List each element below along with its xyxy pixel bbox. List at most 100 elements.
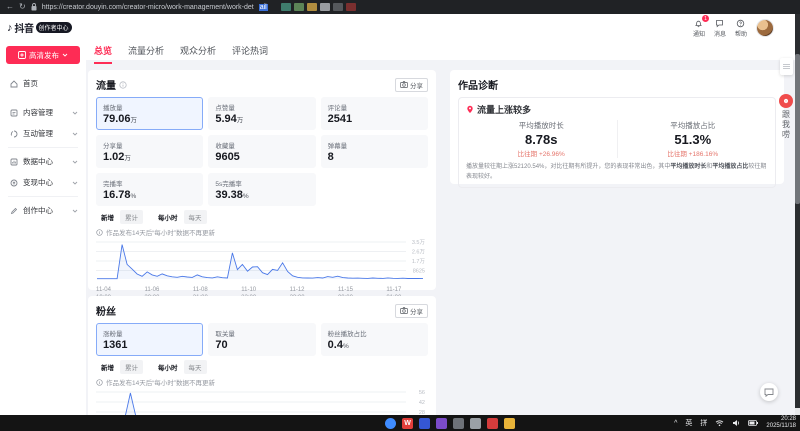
share-label: 分享 [410, 80, 423, 90]
stat-5s-completion-rate[interactable]: 5s完播率39.38% [208, 173, 315, 206]
browser-refresh-icon[interactable]: ↻ [19, 3, 26, 11]
stat-new-followers[interactable]: 涨粉量1361 [96, 323, 203, 356]
stat-unfollows[interactable]: 取关量70 [208, 323, 315, 356]
tab-comment-keywords[interactable]: 评论热词 [232, 44, 268, 64]
lock-icon [31, 3, 37, 11]
share-label: 分享 [410, 306, 423, 316]
douyin-logo[interactable]: ♪ 抖音 创作者中心 [0, 14, 86, 35]
taskbar-app-app-purple[interactable] [436, 418, 447, 429]
traffic-stats-grid: 播放量79.06万 点赞量5.94万 评论量2541 分享量1.02万 收藏量9… [96, 97, 428, 206]
taskbar-time: 20:28 [766, 416, 796, 423]
sidebar-item-home[interactable]: 首页 [0, 73, 86, 94]
extension-icon-1[interactable] [281, 3, 291, 11]
sidebar-item-creation-center[interactable]: 创作中心 [0, 200, 86, 221]
camera-icon [400, 81, 408, 88]
extension-icon-4[interactable] [320, 3, 330, 11]
battery-icon[interactable] [748, 420, 758, 426]
tab-overview[interactable]: 总览 [94, 44, 112, 64]
taskbar-app-remote-desktop[interactable] [453, 418, 464, 429]
page-scrollbar[interactable] [795, 14, 800, 415]
toggle-new[interactable]: 新增 [96, 210, 119, 224]
taskbar-tray: ^ 英 拼 20:28 2025/11/18 [674, 416, 796, 430]
fans-card-title: 粉丝 [96, 303, 116, 318]
taskbar-app-app-gray-small[interactable] [470, 418, 481, 429]
extension-icon-3[interactable] [307, 3, 317, 11]
svg-text:8625: 8625 [413, 269, 425, 275]
toggle-daily[interactable]: 每天 [184, 210, 207, 224]
wifi-icon[interactable] [715, 419, 724, 427]
header-actions: 1 通知 消息 帮助 [693, 19, 774, 38]
sidebar-item-label: 内容管理 [23, 107, 67, 118]
taskbar-app-file-explorer[interactable] [504, 418, 515, 429]
svg-text:56: 56 [419, 390, 425, 396]
stat-fan-play-ratio[interactable]: 粉丝播放占比0.4% [321, 323, 428, 356]
sidebar-item-monetization[interactable]: 变现中心 [0, 172, 86, 193]
taskbar-app-edge-browser[interactable] [385, 418, 396, 429]
notifications-button[interactable]: 1 通知 [693, 19, 705, 38]
toggle-daily[interactable]: 每天 [184, 360, 207, 374]
tray-chevron-icon[interactable]: ^ [674, 420, 677, 427]
stat-shares[interactable]: 分享量1.02万 [96, 135, 203, 168]
toggle-hourly[interactable]: 每小时 [153, 360, 183, 374]
sidebar-item-content[interactable]: 内容管理 [0, 102, 86, 123]
traffic-line-chart[interactable]: 3.5万2.6万1.7万8625 [96, 239, 426, 281]
assistant-avatar-icon: ☻ [779, 94, 793, 108]
toggle-hourly[interactable]: 每小时 [153, 210, 183, 224]
hourly-data-note: 作品发布14天后“每小时”数据不再更新 [106, 227, 215, 237]
stat-danmu[interactable]: 弹幕量8 [321, 135, 428, 168]
ime-language-indicator[interactable]: 英 [685, 418, 692, 428]
plus-square-icon [18, 51, 26, 59]
messages-button[interactable]: 消息 [714, 19, 726, 38]
diagnosis-highlight: 流量上涨较多 [477, 103, 531, 116]
taskbar-clock[interactable]: 20:28 2025/11/18 [766, 416, 796, 430]
browser-back-icon[interactable]: ← [6, 3, 14, 11]
toggle-cumulative[interactable]: 累计 [120, 210, 143, 224]
fans-line-chart[interactable]: 56422814 [96, 389, 426, 415]
publish-button[interactable]: 高清发布 [6, 46, 80, 64]
stat-favorites[interactable]: 收藏量9605 [208, 135, 315, 168]
fans-card: 粉丝 分享 涨粉量1361 取关量70 粉丝播放占比0.4% 新增 累计 每小时… [88, 296, 436, 415]
stat-plays[interactable]: 播放量79.06万 [96, 97, 203, 130]
fans-share-button[interactable]: 分享 [395, 304, 428, 318]
url-text[interactable]: https://creator.douyin.com/creator-micro… [42, 4, 254, 11]
sidebar-item-label: 数据中心 [23, 156, 67, 167]
sidebar-item-interaction[interactable]: 互动管理 [0, 123, 86, 144]
notifications-label: 通知 [693, 29, 705, 38]
taskbar-app-app-red[interactable] [487, 418, 498, 429]
extension-icon-6[interactable] [346, 3, 356, 11]
sidebar-item-data-center[interactable]: 数据中心 [0, 151, 86, 172]
diagnosis-box: 流量上涨较多 平均播放时长 8.78s 比往期 +26.96% 平均播放占比 5… [458, 97, 776, 188]
traffic-chart-toggles: 新增 累计 每小时 每天 [96, 210, 428, 224]
chevron-down-icon [72, 132, 78, 136]
scrollbar-thumb[interactable] [795, 54, 800, 204]
taskbar-app-wps-office[interactable]: W [402, 418, 413, 429]
info-icon [96, 229, 103, 236]
stat-comments[interactable]: 评论量2541 [321, 97, 428, 130]
diagnosis-summary: 播放量较往期上涨52120.54%，对比往期有所提升，您的表现非常出色，其中平均… [466, 163, 768, 182]
toggle-new[interactable]: 新增 [96, 360, 119, 374]
taskbar-app-app-blue[interactable] [419, 418, 430, 429]
stat-completion-rate[interactable]: 完播率16.78% [96, 173, 203, 206]
url-selected-text[interactable]: ail [259, 4, 268, 11]
chevron-down-icon [72, 181, 78, 185]
assistant-widget[interactable]: ☻ 跟我唠 [778, 94, 794, 140]
volume-icon[interactable] [732, 419, 740, 427]
tab-traffic-analysis[interactable]: 流量分析 [128, 44, 164, 64]
extension-icon-2[interactable] [294, 3, 304, 11]
sidebar-item-label: 变现中心 [23, 177, 67, 188]
douyin-note-icon: ♪ [7, 22, 13, 34]
metric-avg-play-duration: 平均播放时长 8.78s 比往期 +26.96% [466, 120, 617, 158]
tab-audience-analysis[interactable]: 观众分析 [180, 44, 216, 64]
toggle-cumulative[interactable]: 累计 [120, 360, 143, 374]
scrollbar-down-arrow[interactable] [795, 408, 800, 415]
chat-fab-button[interactable] [760, 383, 778, 401]
info-icon [119, 81, 127, 89]
ime-mode-indicator[interactable]: 拼 [700, 418, 707, 428]
user-avatar[interactable] [756, 19, 774, 37]
traffic-share-button[interactable]: 分享 [395, 78, 428, 92]
pin-icon [466, 105, 474, 114]
stat-likes[interactable]: 点赞量5.94万 [208, 97, 315, 130]
extension-icon-5[interactable] [333, 3, 343, 11]
help-button[interactable]: 帮助 [735, 19, 747, 38]
feedback-mini-widget[interactable] [780, 58, 793, 75]
